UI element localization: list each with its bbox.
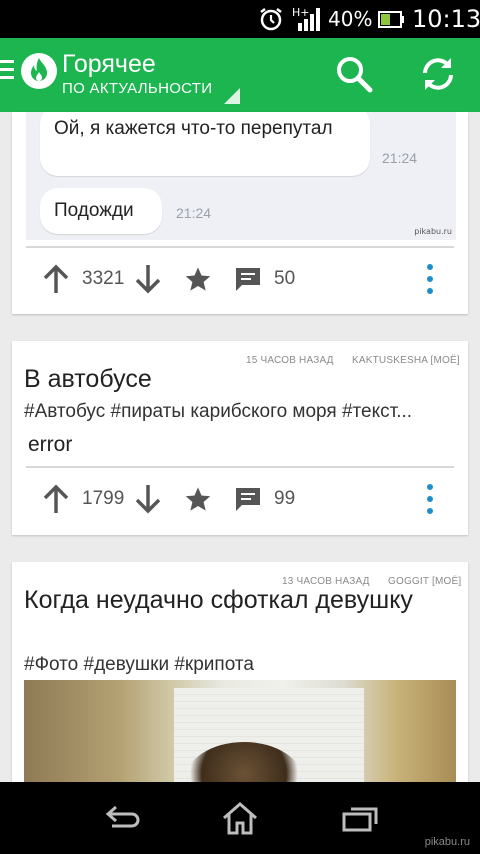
post-card[interactable]: 15 ЧАСОВ НАЗАД KAKTUSKESHA [МОЁ] В автоб… [12, 341, 468, 535]
signal-icon: H+ [292, 0, 324, 38]
comments-count[interactable]: 50 [274, 254, 295, 304]
more-options-icon[interactable] [422, 254, 438, 304]
comment-icon[interactable] [234, 254, 262, 304]
system-nav-bar: pikabu.ru [0, 782, 480, 854]
dropdown-corner-icon[interactable] [224, 88, 240, 104]
post-body: error [28, 433, 73, 456]
post-author[interactable]: KAKTUSKESHA [МОЁ] [352, 355, 460, 366]
site-watermark: pikabu.ru [424, 836, 470, 848]
downvote-icon[interactable] [134, 254, 162, 304]
refresh-icon[interactable] [418, 54, 458, 94]
post-image[interactable]: Ой, я кажется что-то перепутал 21:24 Под… [26, 112, 456, 240]
post-title[interactable]: В автобусе [24, 363, 152, 395]
recent-apps-icon[interactable] [338, 800, 382, 836]
menu-icon[interactable] [0, 60, 14, 84]
battery-percent: 40% [328, 7, 373, 31]
status-bar: H+ 40% 10:13 [0, 0, 480, 38]
comment-icon[interactable] [234, 474, 262, 524]
sort-mode-label[interactable]: ПО АКТУАЛЬНОСТИ [62, 80, 212, 97]
chat-time: 21:24 [382, 150, 418, 166]
home-icon[interactable] [218, 800, 262, 836]
fire-logo-icon[interactable] [20, 52, 58, 90]
post-card[interactable]: Ой, я кажется что-то перепутал 21:24 Под… [12, 112, 468, 314]
post-actions: 1799 99 [12, 474, 468, 524]
divider [26, 246, 454, 248]
page-title[interactable]: Горячее [62, 50, 156, 79]
alarm-icon [258, 0, 284, 38]
post-score: 1799 [82, 488, 125, 509]
upvote-icon[interactable] [42, 474, 70, 524]
post-actions: 3321 50 [12, 254, 468, 304]
divider [26, 466, 454, 468]
post-image[interactable] [24, 680, 456, 792]
image-watermark: pikabu.ru [414, 227, 452, 236]
chat-bubble: Подожди [40, 188, 162, 234]
post-tags[interactable]: #Фото #девушки #крипота [24, 654, 454, 676]
post-card[interactable]: 13 ЧАСОВ НАЗАД GOGGIT [МОЁ] Когда неудач… [12, 562, 468, 792]
post-score: 3321 [82, 268, 125, 289]
downvote-icon[interactable] [134, 474, 162, 524]
comments-count[interactable]: 99 [274, 474, 295, 524]
back-icon[interactable] [100, 800, 144, 836]
upvote-icon[interactable] [42, 254, 70, 304]
post-time: 15 ЧАСОВ НАЗАД [246, 355, 334, 366]
network-type-label: H+ [292, 6, 310, 19]
star-icon[interactable] [184, 254, 212, 304]
clock: 10:13 [412, 5, 480, 33]
app-bar: Горячее ПО АКТУАЛЬНОСТИ [0, 38, 480, 112]
chat-time: 21:24 [176, 205, 212, 221]
search-icon[interactable] [334, 54, 374, 94]
more-options-icon[interactable] [422, 474, 438, 524]
battery-icon [378, 0, 404, 38]
chat-bubble: Ой, я кажется что-то перепутал [40, 112, 370, 176]
post-title[interactable]: Когда неудачно сфоткал девушку [24, 584, 454, 616]
post-tags[interactable]: #Автобус #пираты карибского моря #текст.… [24, 401, 454, 423]
star-icon[interactable] [184, 474, 212, 524]
